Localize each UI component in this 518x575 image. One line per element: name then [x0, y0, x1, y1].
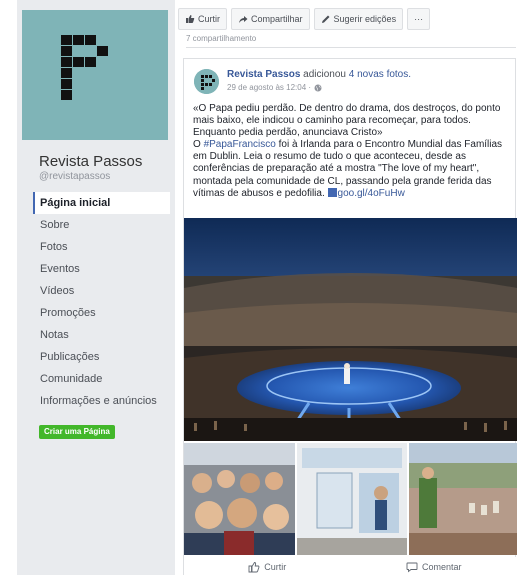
profile-picture[interactable]: [22, 10, 168, 140]
post-header: Revista Passos adicionou 4 novas fotos.: [227, 69, 411, 80]
hashtag-link[interactable]: #PapaFrancisco: [204, 139, 276, 150]
new-photos-link[interactable]: 4 novas fotos.: [349, 69, 411, 80]
post-photo-grid: [184, 443, 517, 555]
revista-passos-avatar-logo: [194, 69, 219, 94]
like-page-button[interactable]: Curtir: [178, 8, 227, 30]
page-action-bar: Curtir Compartilhar Sugerir edições ···: [178, 8, 431, 32]
exhibition-photo[interactable]: [297, 443, 407, 555]
mass-crowd-photo[interactable]: [409, 443, 517, 555]
create-page-button[interactable]: Criar uma Página: [39, 425, 115, 439]
like-page-label: Curtir: [198, 14, 220, 24]
share-page-button[interactable]: Compartilhar: [231, 8, 310, 30]
nav-item-notes[interactable]: Notas: [33, 324, 170, 346]
comment-post-label: Comentar: [421, 561, 462, 572]
nav-item-events[interactable]: Eventos: [33, 258, 170, 280]
previous-post-stats: 7 compartilhamento: [186, 34, 516, 48]
like-post-button[interactable]: Curtir: [184, 557, 351, 575]
feed-post: Revista Passos adicionou 4 novas fotos. …: [183, 58, 517, 575]
post-timestamp-text: 29 de agosto às 12:04 ·: [227, 83, 312, 92]
revista-passos-logo: [61, 35, 121, 127]
comment-post-button[interactable]: Comentar: [350, 557, 517, 575]
nav-item-posts[interactable]: Publicações: [33, 346, 170, 368]
page-title[interactable]: Revista Passos: [39, 153, 142, 170]
suggest-edits-label: Sugerir edições: [333, 14, 397, 24]
nav-item-info-and-ads[interactable]: Informações e anúncios: [33, 390, 170, 412]
share-arrow-icon: [239, 16, 248, 23]
nav-item-home[interactable]: Página inicial: [33, 192, 170, 214]
page-nav: Página inicial Sobre Fotos Eventos Vídeo…: [33, 192, 170, 412]
globe-icon: [314, 84, 322, 91]
suggest-edits-button[interactable]: Sugerir edições: [313, 8, 404, 30]
post-text-lead: O: [193, 139, 204, 151]
like-thumb-icon: [248, 561, 260, 572]
post-reactions-bar: Curtir Comentar: [184, 557, 517, 575]
post-main-photo[interactable]: [184, 218, 517, 441]
nav-item-photos[interactable]: Fotos: [33, 236, 170, 258]
pencil-icon: [321, 15, 330, 23]
page-handle[interactable]: @revistapassos: [39, 171, 110, 182]
more-options-button[interactable]: ···: [407, 8, 431, 30]
post-quote-text: «O Papa pediu perdão. De dentro do drama…: [193, 103, 501, 139]
like-post-label: Curtir: [264, 561, 287, 572]
nav-item-videos[interactable]: Vídeos: [33, 280, 170, 302]
group-selfie-photo[interactable]: [184, 443, 295, 555]
nav-item-community[interactable]: Comunidade: [33, 368, 170, 390]
post-body: «O Papa pediu perdão. De dentro do drama…: [193, 103, 515, 200]
nav-item-about[interactable]: Sobre: [33, 214, 170, 236]
comment-bubble-icon: [406, 562, 418, 572]
thumbs-up-icon: [186, 15, 195, 23]
more-options-label: ···: [414, 14, 424, 24]
post-timestamp[interactable]: 29 de agosto às 12:04 ·: [227, 83, 322, 92]
post-author-link[interactable]: Revista Passos: [227, 69, 300, 80]
short-url-link[interactable]: goo.gl/4oFuHw: [338, 188, 405, 199]
link-icon: [327, 187, 337, 197]
nav-item-offers[interactable]: Promoções: [33, 302, 170, 324]
share-page-label: Compartilhar: [251, 14, 303, 24]
stadium-photo-image: [184, 218, 517, 441]
post-action-text: adicionou: [303, 69, 346, 80]
post-author-avatar[interactable]: [194, 69, 219, 94]
